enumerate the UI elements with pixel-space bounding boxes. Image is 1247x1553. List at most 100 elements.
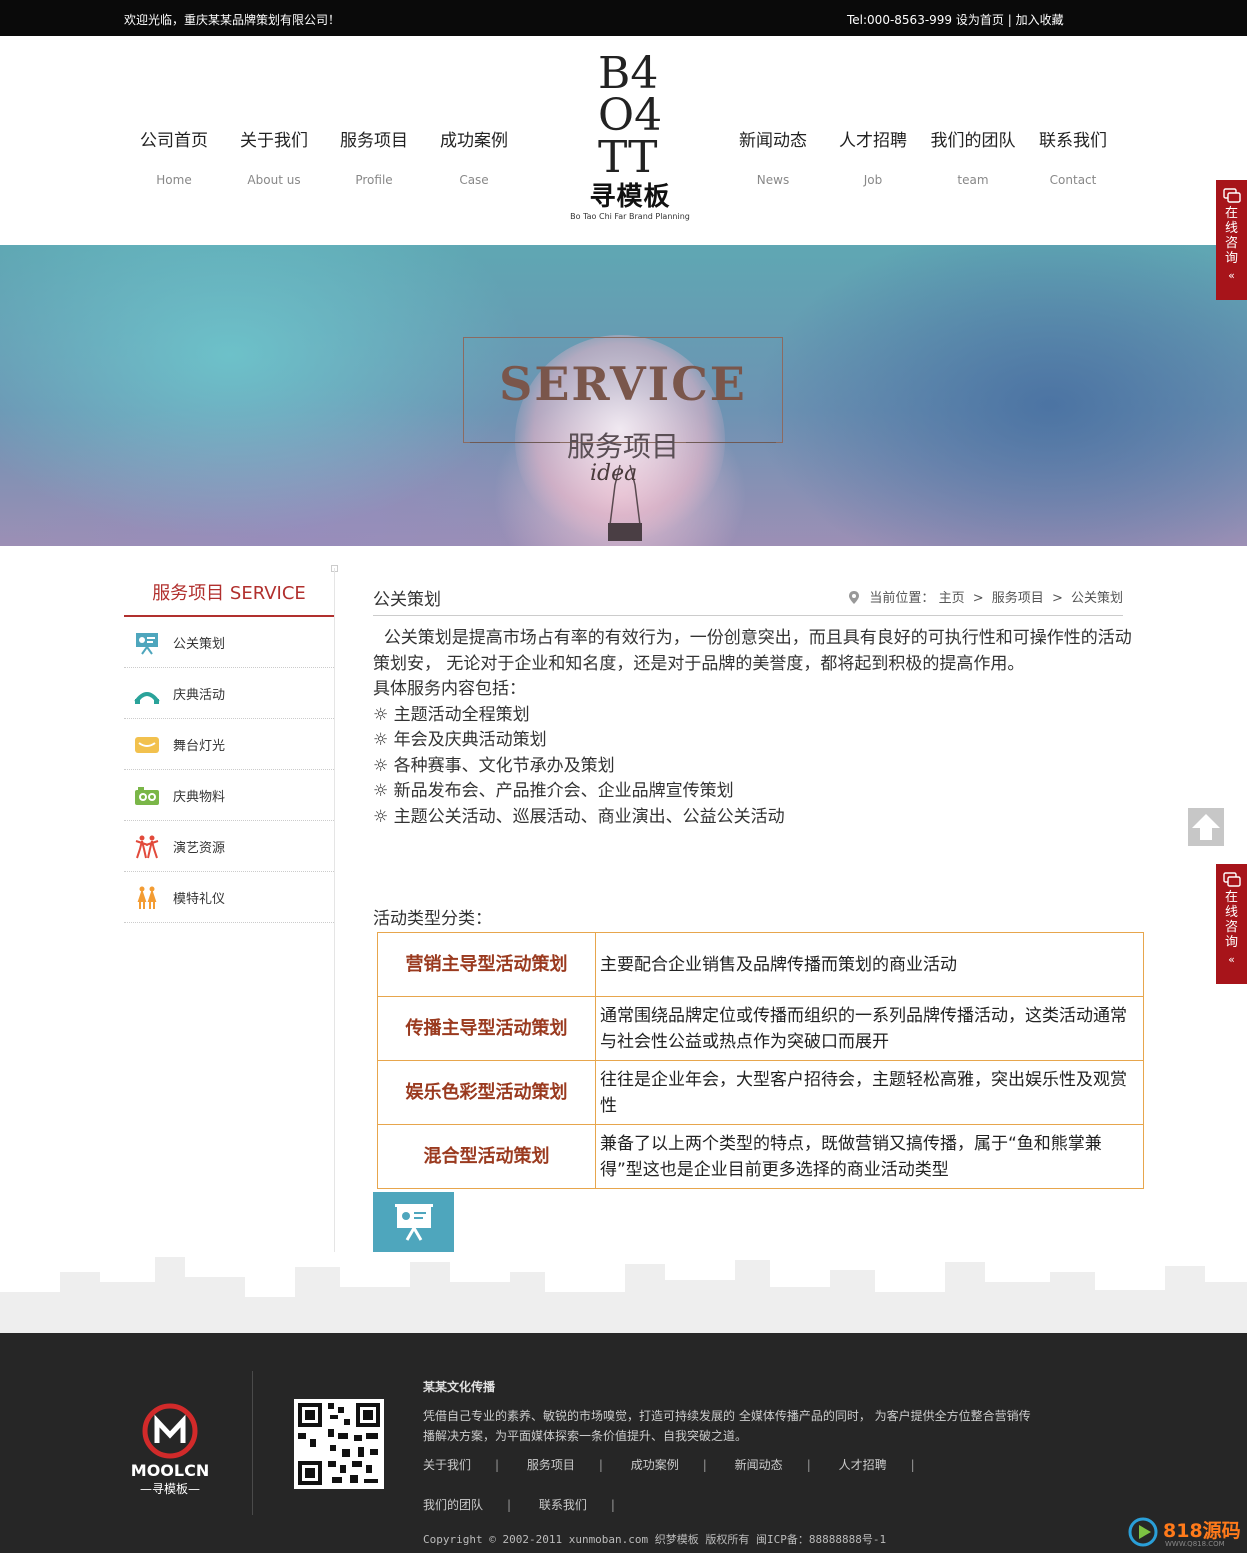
top-divider: | <box>1007 13 1012 27</box>
nav-contact[interactable]: 联系我们 Contact <box>1023 126 1123 187</box>
logo-mark-line: TT <box>598 132 658 176</box>
qr-code-icon <box>298 1403 380 1485</box>
breadcrumb-separator: > <box>972 591 984 606</box>
nav-sublabel: About us <box>247 173 301 187</box>
nav-sublabel: News <box>756 173 790 187</box>
sidebar-item-materials[interactable]: 庆典物料 <box>124 770 334 821</box>
nav-team[interactable]: 我们的团队 team <box>923 126 1023 187</box>
footer-logo-mark-icon: MOOLCN —寻模板— <box>131 1403 209 1496</box>
nav-news[interactable]: 新闻动态 News <box>723 126 823 187</box>
nav-label: 成功案例 <box>440 131 508 151</box>
skyline-decoration <box>0 1252 1247 1333</box>
footer-link-separator: | <box>702 1458 707 1472</box>
type-name-cell: 娱乐色彩型活动策划 <box>377 1060 596 1125</box>
nav-jobs[interactable]: 人才招聘 Job <box>823 126 923 187</box>
nav-sublabel: Profile <box>355 173 393 187</box>
footer-link-about[interactable]: 关于我们 <box>423 1456 471 1473</box>
sidebar-item-pr-planning[interactable]: 公关策划 <box>124 617 334 668</box>
city-skyline-icon <box>0 1257 1247 1333</box>
nav-about[interactable]: 关于我们 About us <box>224 126 324 187</box>
activity-types-table: 营销主导型活动策划 主要配合企业销售及品牌传播而策划的商业活动 传播主导型活动策… <box>377 932 1144 1189</box>
stage-box-icon <box>135 737 159 753</box>
sidebar-item-label: 模特礼仪 <box>173 892 226 907</box>
footer-logo-subtext: —寻模板— <box>140 1482 200 1496</box>
footer-link-news[interactable]: 新闻动态 <box>735 1456 783 1473</box>
footer-link-separator: | <box>610 1498 615 1512</box>
footer-description: 凭借自己专业的素养、敏锐的市场嗅觉，打造可持续发展的 全媒体传播产品的同时， 为… <box>423 1409 1031 1443</box>
arch-icon <box>134 692 160 704</box>
type-name-cell: 传播主导型活动策划 <box>377 996 596 1061</box>
online-consult-tab[interactable]: 在线咨询 « <box>1216 180 1247 300</box>
sidebar-item-models[interactable]: 模特礼仪 <box>124 872 334 923</box>
dancers-icon <box>135 835 159 859</box>
sidebar: 服务项目 SERVICE 公关策划 庆典活动 舞台灯光 庆典物料 演艺资源 模特… <box>124 578 334 923</box>
back-to-top-button[interactable] <box>1188 808 1224 846</box>
footer-link-jobs[interactable]: 人才招聘 <box>839 1456 887 1473</box>
service-list-item: ☼ 各种赛事、文化节承办及策划 <box>373 755 615 776</box>
footer-link-separator: | <box>806 1458 811 1472</box>
breadcrumb-home[interactable]: 主页 <box>939 591 965 606</box>
service-list-item: ☼ 主题公关活动、巡展活动、商业演出、公益公关活动 <box>373 806 785 827</box>
nav-label: 关于我们 <box>240 131 308 151</box>
services-label: 具体服务内容包括： <box>373 679 526 699</box>
nav-label: 联系我们 <box>1039 131 1107 151</box>
footer-link-separator: | <box>495 1458 500 1472</box>
consult-label: 在线咨询 <box>1224 206 1238 266</box>
footer-company-name: 某某文化传播 <box>423 1380 496 1394</box>
table-row: 混合型活动策划 兼备了以上两个类型的特点，既做营销又搞传播，属于“鱼和熊掌兼得”… <box>377 1124 1144 1189</box>
service-list-item: ☼ 新品发布会、产品推介会、企业品牌宣传策划 <box>373 781 734 801</box>
sidebar-item-label: 演艺资源 <box>173 841 226 856</box>
breadcrumb-current[interactable]: 公关策划 <box>1071 591 1123 606</box>
nav-label: 我们的团队 <box>930 131 1016 151</box>
banner-cn-title-wrap: 服务项目 <box>470 423 776 463</box>
top-bar: 欢迎光临，重庆某某品牌策划有限公司！ Tel:000-8563-999 设为首页… <box>0 0 1247 36</box>
service-list-item: ☼ 年会及庆典活动策划 <box>373 730 547 750</box>
top-bar-right: Tel:000-8563-999 设为首页 | 加入收藏 <box>847 11 1064 28</box>
set-home-link[interactable]: 设为首页 <box>956 13 1004 27</box>
types-label: 活动类型分类： <box>373 909 492 929</box>
table-row: 营销主导型活动策划 主要配合企业销售及品牌传播而策划的商业活动 <box>377 932 1144 997</box>
intro-text-block: 公关策划是提高市场占有率的有效行为，一份创意突出，而且具有良好的可执行性和可操作… <box>373 626 1133 830</box>
arrow-up-icon <box>1192 814 1220 840</box>
sidebar-item-celebration[interactable]: 庆典活动 <box>124 668 334 719</box>
table-row: 传播主导型活动策划 通常围绕品牌定位或传播而组织的一系列品牌传播活动，这类活动通… <box>377 996 1144 1061</box>
add-favorite-link[interactable]: 加入收藏 <box>1016 13 1064 27</box>
nav-cases[interactable]: 成功案例 Case <box>424 126 524 187</box>
site-logo[interactable]: B4 O4 TT 寻模板 Bo Tao Chi Far Brand Planni… <box>560 48 700 221</box>
online-consult-tab[interactable]: 在线咨询 « <box>1216 864 1247 984</box>
footer-logo-text: MOOLCN <box>131 1461 209 1480</box>
sidebar-title: 服务项目 SERVICE <box>124 578 334 617</box>
footer-links: 关于我们 | 服务项目 | 成功案例 | 新闻动态 | 人才招聘 | <box>423 1456 1043 1473</box>
chat-icon <box>1222 872 1241 887</box>
content-header: 公关策划 当前位置： 主页 > 服务项目 > 公关策划 <box>373 578 1123 616</box>
footer-link-services[interactable]: 服务项目 <box>527 1456 575 1473</box>
tel-text: Tel:000-8563-999 <box>847 13 953 27</box>
nav-label: 新闻动态 <box>739 131 807 151</box>
footer-link-cases[interactable]: 成功案例 <box>631 1456 679 1473</box>
banner-script-text: idea <box>590 461 638 486</box>
footer-link-contact[interactable]: 联系我们 <box>539 1496 587 1513</box>
footer-divider <box>252 1371 253 1515</box>
breadcrumb-prefix: 当前位置： <box>869 591 935 606</box>
logo-en-text: Bo Tao Chi Far Brand Planning <box>570 212 690 221</box>
qr-code <box>294 1399 384 1489</box>
site-watermark: 818源码 WWW.Q818.COM <box>1128 1513 1246 1551</box>
nav-sublabel: team <box>957 173 989 187</box>
sidebar-item-stage-lighting[interactable]: 舞台灯光 <box>124 719 334 770</box>
page-title: 公关策划 <box>373 590 441 610</box>
nav-label: 服务项目 <box>340 131 408 151</box>
logo-cn-text: 寻模板 <box>589 182 671 212</box>
sidebar-item-performers[interactable]: 演艺资源 <box>124 821 334 872</box>
nav-services[interactable]: 服务项目 Profile <box>324 126 424 187</box>
sidebar-item-label: 公关策划 <box>173 637 226 652</box>
logo-mark-icon: B4 O4 TT <box>598 48 662 176</box>
footer-link-separator: | <box>507 1498 512 1512</box>
breadcrumb-services[interactable]: 服务项目 <box>992 591 1044 606</box>
collapse-arrow-icon: « <box>1228 269 1235 282</box>
type-desc-cell: 通常围绕品牌定位或传播而组织的一系列品牌传播活动，这类活动通常与社会性公益或热点… <box>595 996 1144 1061</box>
sidebar-item-label: 庆典活动 <box>173 688 226 703</box>
footer-link-team[interactable]: 我们的团队 <box>423 1496 483 1513</box>
nav-home[interactable]: 公司首页 Home <box>124 126 224 187</box>
page-banner: SERVICE 服务项目 idea <box>0 245 1247 546</box>
presentation-icon <box>395 1204 433 1241</box>
